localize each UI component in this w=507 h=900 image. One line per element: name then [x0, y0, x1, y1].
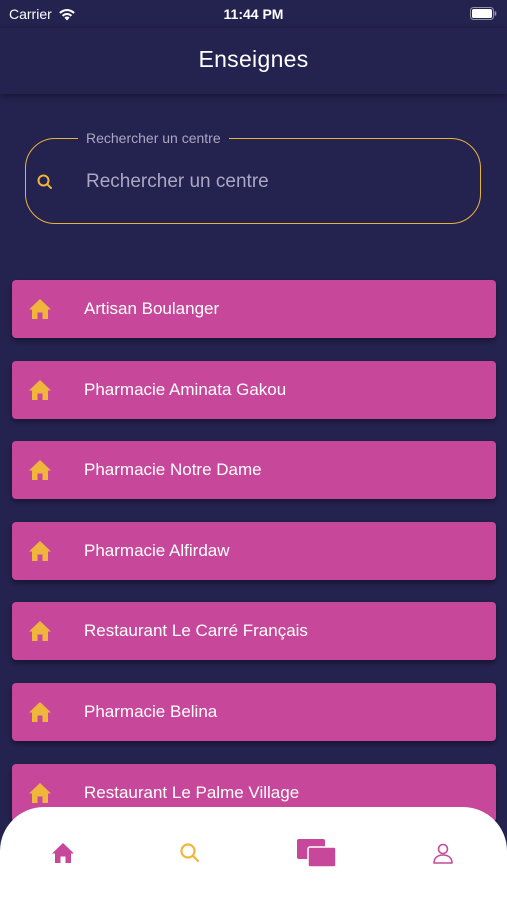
- home-icon: [29, 701, 51, 722]
- home-icon: [29, 540, 51, 561]
- tab-search[interactable]: [160, 833, 220, 873]
- tab-profile[interactable]: [413, 833, 473, 873]
- list-item[interactable]: Pharmacie Notre Dame: [12, 441, 496, 500]
- cards-icon: [297, 839, 337, 868]
- home-icon: [29, 621, 51, 642]
- navigation-bar: Enseignes: [0, 28, 507, 94]
- search-icon: [180, 843, 200, 863]
- home-icon: [52, 843, 74, 863]
- status-bar: Carrier 11:44 PM: [0, 0, 507, 28]
- list-item[interactable]: Pharmacie Aminata Gakou: [12, 360, 496, 419]
- battery-icon: [470, 7, 497, 23]
- list-item[interactable]: Pharmacie Belina: [12, 682, 496, 741]
- search-input[interactable]: [84, 163, 458, 201]
- list-item-label: Pharmacie Alfirdaw: [84, 540, 230, 560]
- list-item-label: Pharmacie Notre Dame: [84, 460, 262, 480]
- list-item[interactable]: Restaurant Le Carré Français: [12, 602, 496, 661]
- list-item-label: Restaurant Le Carré Français: [84, 621, 308, 641]
- home-icon: [29, 299, 51, 319]
- home-icon: [29, 379, 51, 400]
- search-field-label: Rechercher un centre: [78, 129, 229, 147]
- home-icon: [29, 782, 51, 803]
- status-time: 11:44 PM: [223, 6, 284, 22]
- list-item[interactable]: Artisan Boulanger: [12, 280, 496, 338]
- app-screen: Carrier 11:44 PM Enseignes Rechercher un…: [0, 0, 507, 900]
- list-item-label: Pharmacie Belina: [84, 701, 218, 721]
- tab-bar: [0, 807, 507, 900]
- list-item-label: Restaurant Le Palme Village: [84, 782, 300, 802]
- tab-cards[interactable]: [287, 833, 347, 873]
- page-title: Enseignes: [198, 46, 309, 72]
- list-item[interactable]: Pharmacie Alfirdaw: [12, 521, 496, 580]
- home-icon: [29, 460, 51, 481]
- list-item-label: Pharmacie Aminata Gakou: [84, 379, 287, 399]
- user-icon: [433, 843, 453, 864]
- store-list: Artisan Boulanger Pharmacie Aminata Gako…: [12, 280, 496, 844]
- list-item-label: Artisan Boulanger: [84, 299, 220, 318]
- search-icon: [37, 174, 52, 189]
- search-field[interactable]: Rechercher un centre: [25, 129, 481, 224]
- tab-home[interactable]: [33, 833, 93, 873]
